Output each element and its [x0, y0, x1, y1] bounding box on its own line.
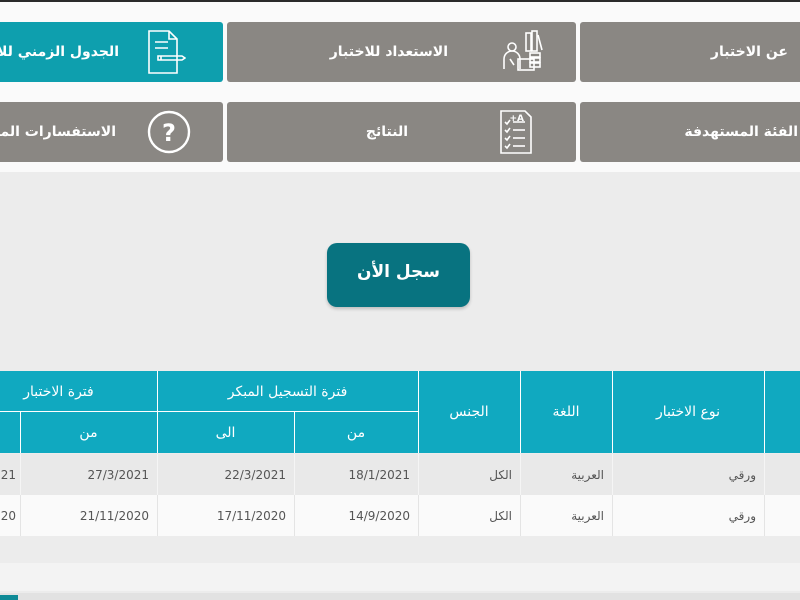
th-test-from: من — [20, 412, 157, 453]
nav-results[interactable]: A+ النتائج — [227, 102, 576, 162]
th-early-to: الى — [157, 412, 294, 453]
th-divider — [764, 371, 765, 453]
row-divider — [20, 454, 21, 495]
row-divider — [294, 454, 295, 495]
cell-early-from: 14/9/2020 — [348, 508, 410, 523]
nav-faq-label: الاستفسارات المتكررة — [0, 124, 116, 140]
cell-gender: الكل — [489, 467, 512, 482]
nav-results-label: النتائج — [365, 124, 408, 140]
th-divider — [157, 371, 158, 453]
row-divider — [764, 454, 765, 495]
row-divider — [418, 454, 419, 495]
nav-about-test-label: عن الاختبار — [710, 44, 788, 60]
row-divider — [612, 454, 613, 495]
cell-language: العربية — [571, 508, 604, 523]
cell-language: العربية — [571, 467, 604, 482]
row-divider — [520, 495, 521, 536]
row-divider — [157, 454, 158, 495]
th-divider — [520, 371, 521, 453]
table-footer-band — [0, 563, 800, 591]
row-divider — [520, 454, 521, 495]
cell-early-from: 18/1/2021 — [348, 467, 410, 482]
th-test-type: نوع الاختبار — [612, 371, 764, 453]
cell-early-to: 17/11/2020 — [216, 508, 286, 523]
th-early-registration: فترة التسجيل المبكر — [157, 371, 418, 412]
cell-type: ورقي — [728, 467, 756, 482]
document-pen-icon — [148, 30, 186, 74]
th-divider — [20, 412, 21, 453]
books-student-icon — [503, 30, 543, 71]
nav-test-schedule[interactable]: الجدول الزمني للاختبار — [0, 22, 223, 82]
cell-type: ورقي — [728, 508, 756, 523]
row-divider — [20, 495, 21, 536]
nav-test-schedule-label: الجدول الزمني للاختبار — [0, 44, 119, 60]
th-test-to — [0, 412, 20, 453]
nav-about-test[interactable]: عن الاختبار — [580, 22, 800, 82]
cell-test-from: 27/3/2021 — [87, 467, 149, 482]
cell-gender: الكل — [489, 508, 512, 523]
nav-target-group[interactable]: الفئة المستهدفة — [580, 102, 800, 162]
th-test-period: فترة الاختبار — [0, 371, 157, 412]
th-extra — [764, 371, 800, 453]
question-circle-icon: ? — [147, 110, 191, 154]
cell-test-from: 21/11/2020 — [79, 508, 149, 523]
row-divider — [157, 495, 158, 536]
row-divider — [612, 495, 613, 536]
register-now-button[interactable]: سجل الأن — [327, 243, 470, 307]
checklist-grade-icon: A+ — [500, 110, 532, 154]
cell-early-to: 22/3/2021 — [224, 467, 286, 482]
nav-target-group-label: الفئة المستهدفة — [684, 124, 798, 140]
nav-test-preparation[interactable]: الاستعداد للاختبار — [227, 22, 576, 82]
scroll-accent — [0, 595, 18, 600]
row-divider — [294, 495, 295, 536]
page-bottom-edge — [0, 593, 800, 600]
table-row: ورقي العربية الكل 18/1/2021 22/3/2021 27… — [0, 454, 800, 495]
cell-test-to: 20 — [0, 508, 16, 523]
th-divider — [418, 371, 419, 453]
th-early-from: من — [294, 412, 418, 453]
row-divider — [418, 495, 419, 536]
table-row: ورقي العربية الكل 14/9/2020 17/11/2020 2… — [0, 495, 800, 536]
th-divider — [294, 412, 295, 453]
svg-text:A+: A+ — [509, 114, 524, 124]
nav-faq[interactable]: ? الاستفسارات المتكررة — [0, 102, 223, 162]
th-divider — [0, 411, 418, 412]
cell-test-to: 21 — [0, 467, 16, 482]
row-divider — [764, 495, 765, 536]
nav-test-preparation-label: الاستعداد للاختبار — [329, 44, 448, 60]
th-language: اللغة — [520, 371, 612, 453]
th-divider — [612, 371, 613, 453]
svg-text:?: ? — [162, 119, 176, 147]
th-gender: الجنس — [418, 371, 520, 453]
